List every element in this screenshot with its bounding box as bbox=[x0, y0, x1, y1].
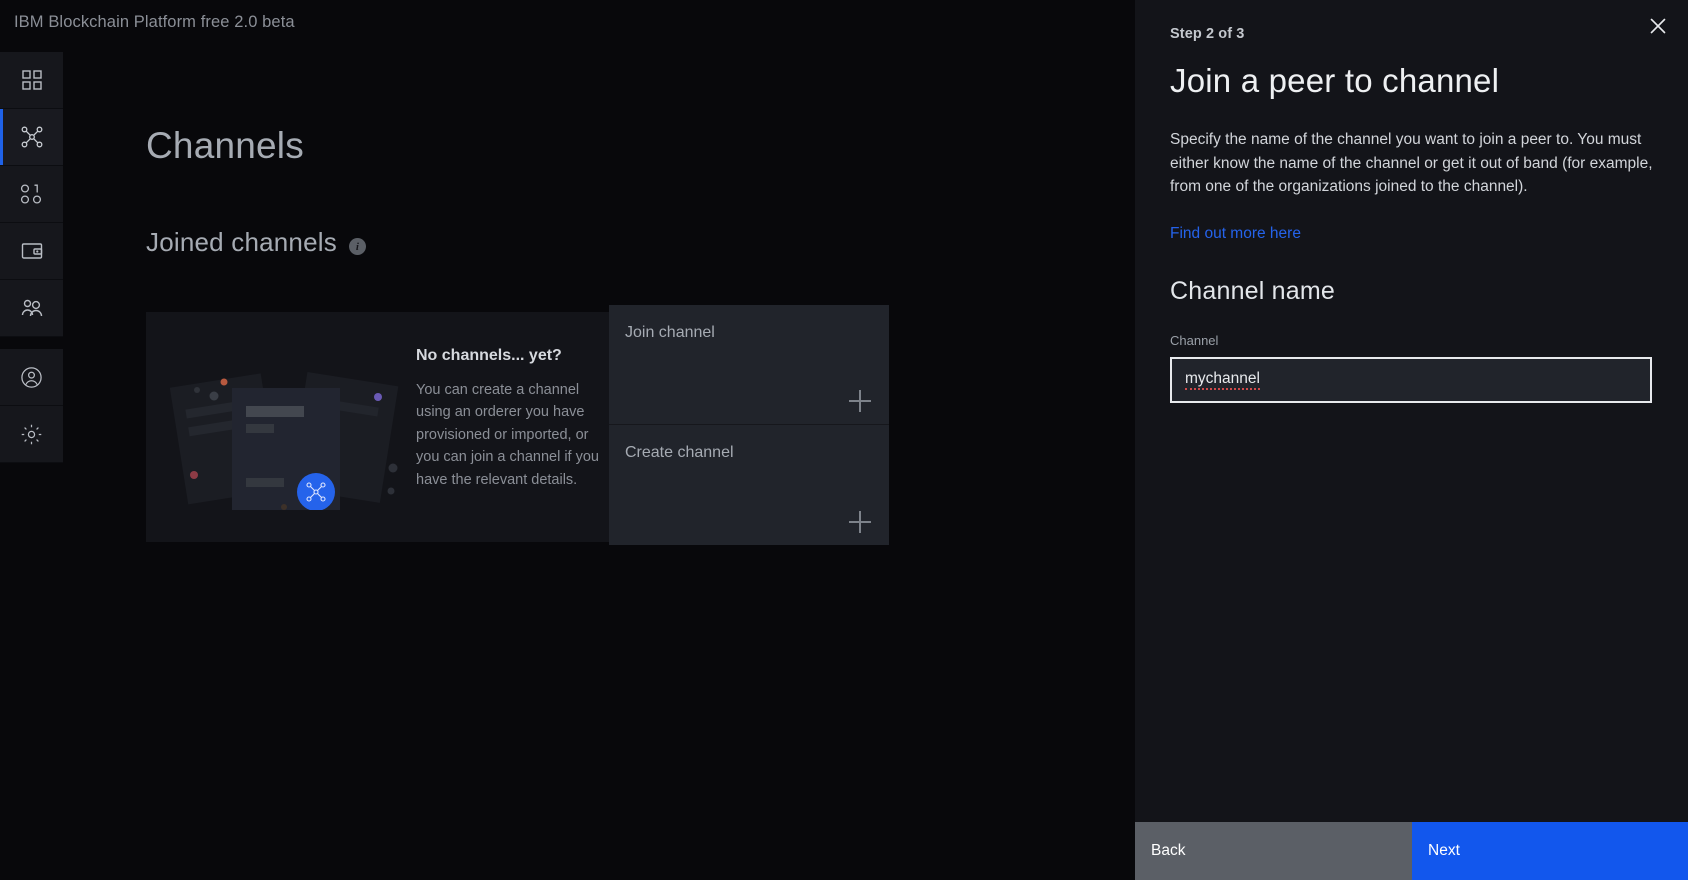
join-channel-tile[interactable]: Join channel bbox=[609, 305, 889, 425]
nav-primary-group bbox=[0, 52, 63, 337]
network-nodes-icon bbox=[20, 125, 44, 149]
empty-state-panel: No channels... yet? You can create a cha… bbox=[146, 312, 658, 542]
side-panel: Step 2 of 3 Join a peer to channel Speci… bbox=[1135, 0, 1688, 880]
find-out-more-link[interactable]: Find out more here bbox=[1170, 225, 1301, 243]
dashboard-grid-icon bbox=[21, 69, 43, 91]
step-indicator: Step 2 of 3 bbox=[1170, 26, 1245, 42]
channel-field-label: Channel bbox=[1170, 332, 1219, 348]
app-root: IBM Blockchain Platform free 2.0 beta Ch… bbox=[0, 0, 1688, 880]
sidebar-item-wallet[interactable] bbox=[0, 223, 63, 280]
channel-input[interactable]: mychannel bbox=[1170, 356, 1652, 403]
info-icon[interactable]: i bbox=[348, 238, 366, 255]
create-channel-label: Create channel bbox=[625, 444, 734, 461]
panel-body: Step 2 of 3 Join a peer to channel Speci… bbox=[1170, 26, 1670, 403]
back-button[interactable]: Back bbox=[1135, 822, 1412, 880]
channel-input-value: mychannel bbox=[1185, 370, 1260, 390]
sidebar-item-channels[interactable] bbox=[0, 109, 63, 166]
left-nav-rail bbox=[0, 52, 63, 880]
sidebar-item-organizations[interactable] bbox=[0, 280, 63, 337]
empty-state-title: No channels... yet? bbox=[416, 347, 562, 364]
plus-icon[interactable] bbox=[849, 390, 871, 412]
channel-action-tiles: Join channel Create channel bbox=[609, 305, 889, 545]
wallet-icon bbox=[21, 241, 43, 261]
binary-code-icon bbox=[20, 183, 44, 205]
users-icon bbox=[20, 297, 44, 319]
joined-channels-heading: Joined channels i bbox=[146, 227, 366, 258]
next-button[interactable]: Next bbox=[1412, 822, 1688, 880]
gear-icon bbox=[20, 423, 43, 446]
sidebar-item-smart-contracts[interactable] bbox=[0, 166, 63, 223]
section-title: Joined channels bbox=[146, 227, 337, 257]
empty-state-text: No channels... yet? You can create a cha… bbox=[416, 347, 611, 491]
sidebar-item-dashboard[interactable] bbox=[0, 52, 63, 109]
top-bar: IBM Blockchain Platform free 2.0 beta bbox=[0, 0, 1135, 52]
panel-footer: Back Next bbox=[1135, 822, 1688, 880]
app-title: IBM Blockchain Platform free 2.0 beta bbox=[14, 13, 295, 31]
panel-title: Join a peer to channel bbox=[1170, 62, 1500, 99]
empty-state-illustration bbox=[166, 340, 406, 511]
nav-secondary-group bbox=[0, 349, 63, 463]
page-title: Channels bbox=[146, 125, 304, 166]
empty-state-body: You can create a channel using an ordere… bbox=[416, 382, 599, 488]
user-account-icon bbox=[20, 366, 43, 389]
main-content: Channels Joined channels i No channels..… bbox=[63, 52, 1135, 880]
sidebar-item-account[interactable] bbox=[0, 349, 63, 406]
create-channel-tile[interactable]: Create channel bbox=[609, 425, 889, 545]
channel-name-heading: Channel name bbox=[1170, 276, 1336, 305]
join-channel-label: Join channel bbox=[625, 324, 715, 341]
plus-icon[interactable] bbox=[849, 511, 871, 533]
sidebar-item-settings[interactable] bbox=[0, 406, 63, 463]
panel-description: Specify the name of the channel you want… bbox=[1170, 131, 1653, 196]
